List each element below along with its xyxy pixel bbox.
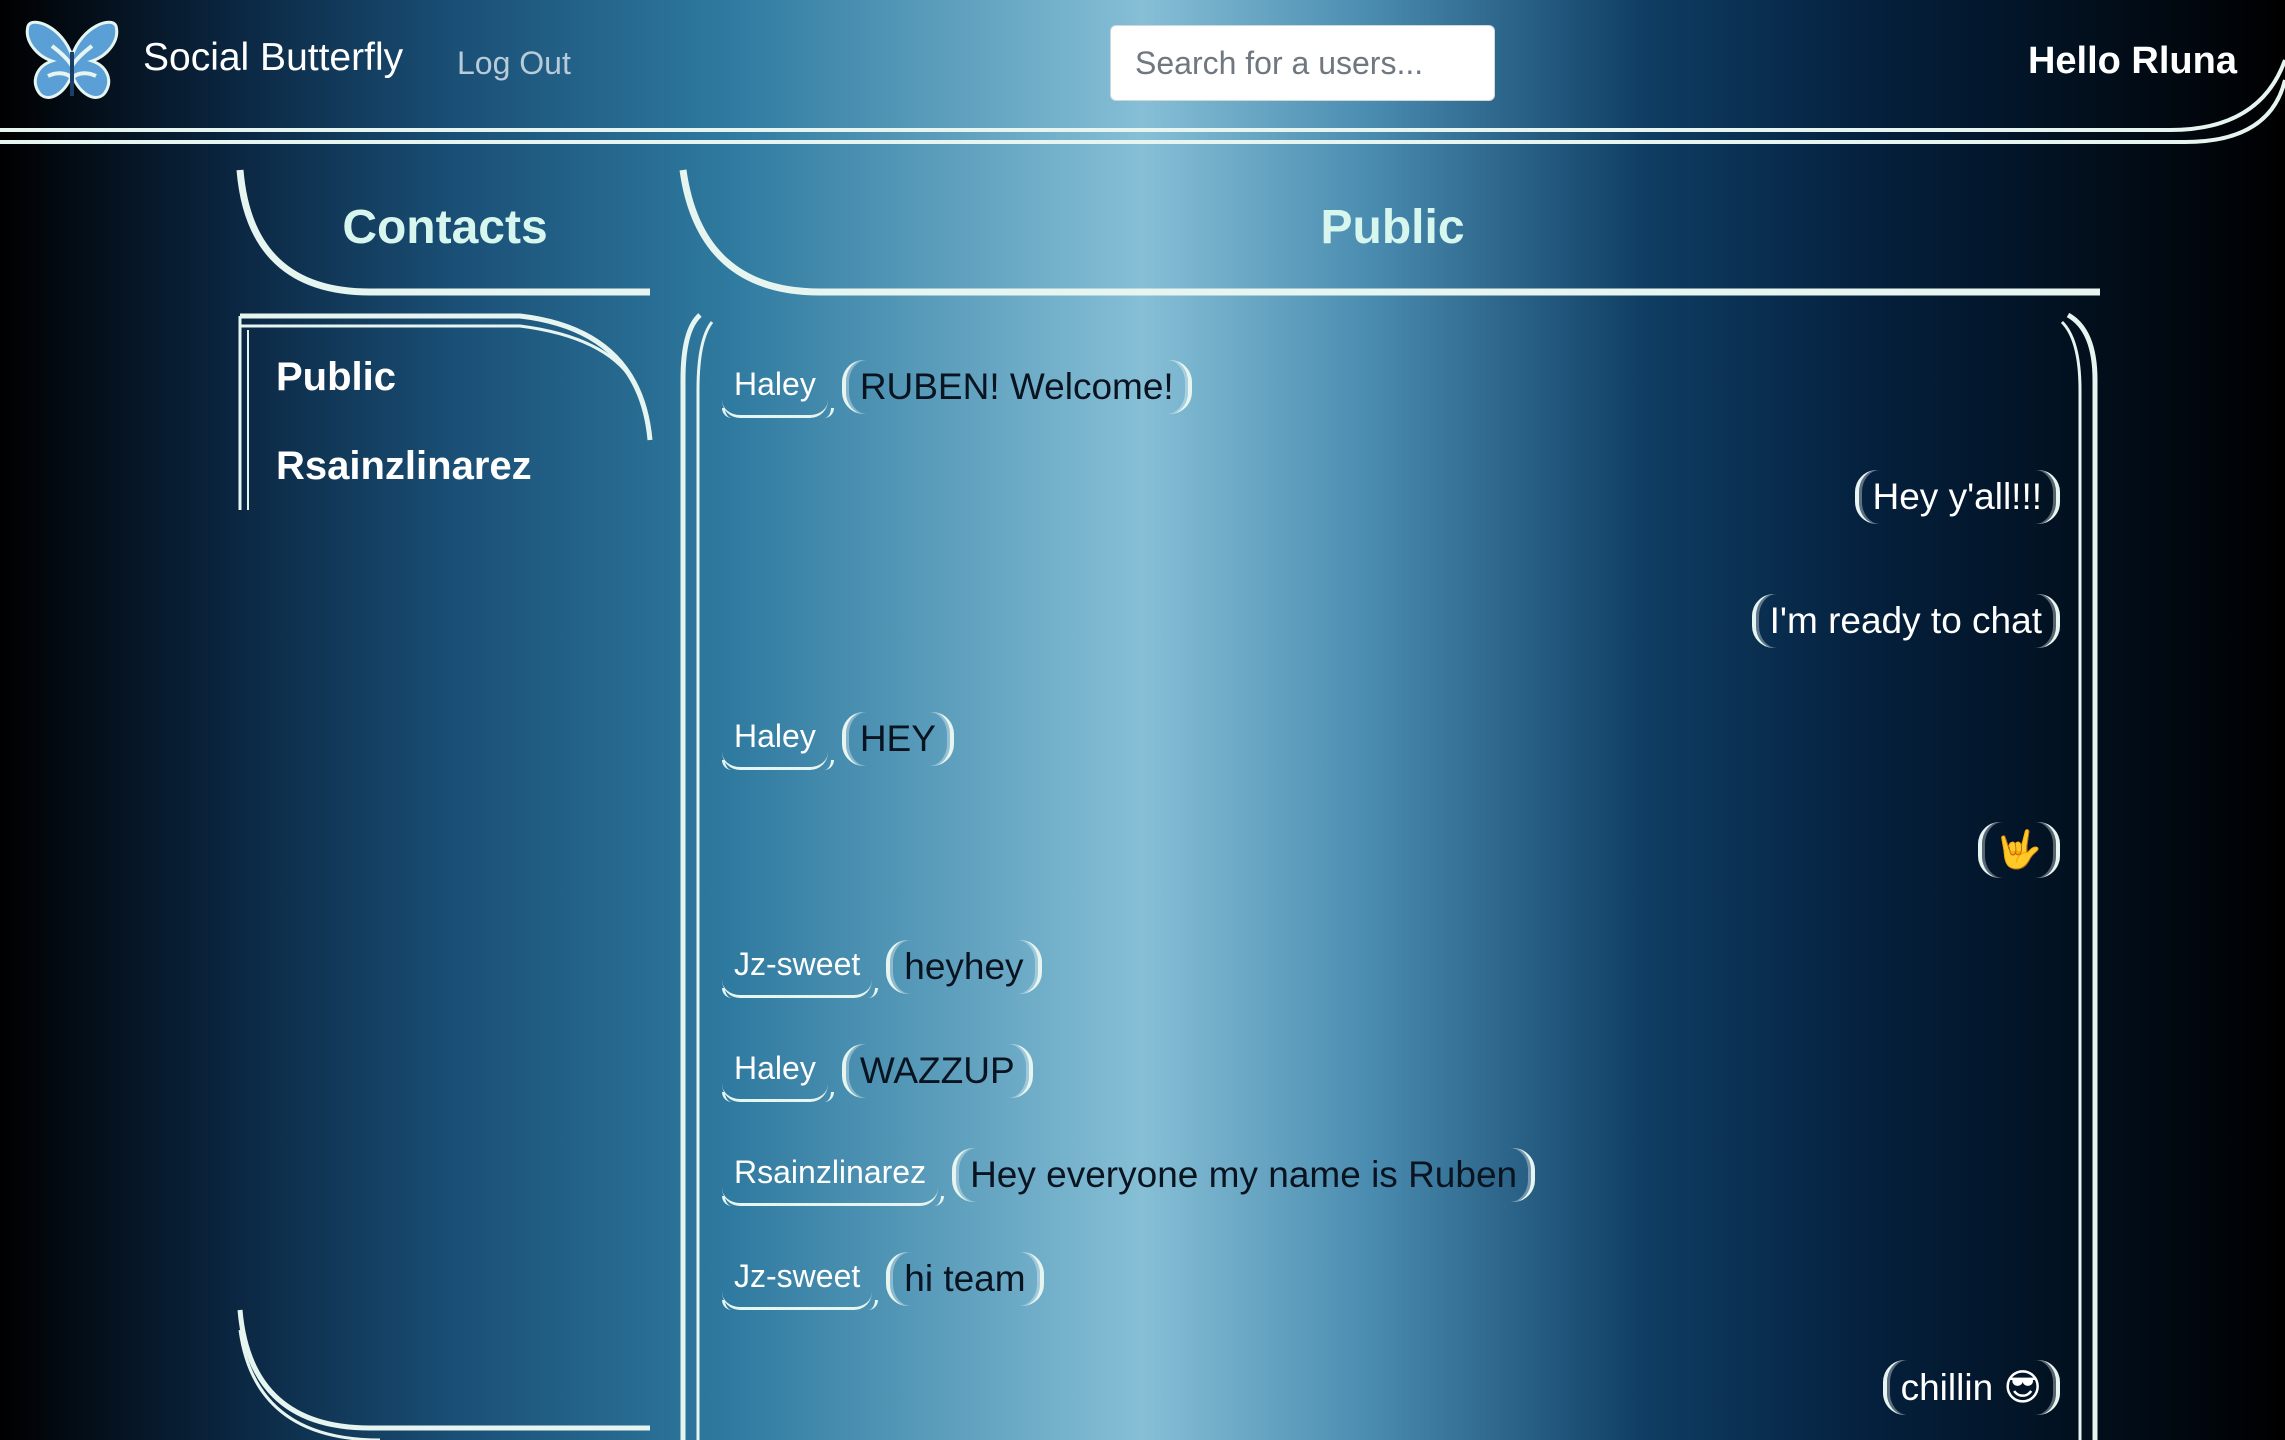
message-sender[interactable]: Haley <box>722 708 834 770</box>
message-bubble: WAZZUP <box>841 1044 1033 1098</box>
contact-item-rsainzlinarez[interactable]: Rsainzlinarez <box>276 444 532 489</box>
message-bubble: chillin 😎 <box>1882 1360 2060 1415</box>
chat-message: Rsainzlinarez Hey everyone my name is Ru… <box>722 1144 1536 1206</box>
message-bubble: hi team <box>886 1252 1044 1306</box>
chat-message: Jz-sweet hi team <box>722 1248 1044 1310</box>
chat-room-heading: Public <box>1320 201 1465 254</box>
butterfly-logo-icon[interactable] <box>22 16 122 110</box>
message-sender[interactable]: Jz-sweet <box>722 1248 879 1310</box>
app-brand-title[interactable]: Social Butterfly <box>143 36 403 80</box>
chat-message: Haley RUBEN! Welcome! <box>722 356 1192 418</box>
message-bubble: RUBEN! Welcome! <box>841 360 1192 414</box>
contacts-heading: Contacts <box>342 201 548 254</box>
message-sender[interactable]: Jz-sweet <box>722 936 879 998</box>
chat-message: Hey y'all!!! <box>1854 470 2060 524</box>
love-you-gesture-emoji-icon: 🤟 <box>1977 822 2060 878</box>
chat-message: chillin 😎 <box>1882 1360 2060 1415</box>
message-sender[interactable]: Haley <box>722 356 834 418</box>
chat-message-list[interactable]: Haley RUBEN! Welcome! Hey y'all!!! I'm r… <box>700 330 2060 1440</box>
logout-link[interactable]: Log Out <box>457 45 571 82</box>
contact-item-public[interactable]: Public <box>276 355 396 400</box>
top-navbar: Social Butterfly Log Out Hello Rluna <box>0 0 2285 150</box>
message-bubble: HEY <box>841 712 954 766</box>
message-bubble: Hey y'all!!! <box>1854 470 2060 524</box>
message-sender[interactable]: Rsainzlinarez <box>722 1144 945 1206</box>
chat-message: Haley HEY <box>722 708 954 770</box>
chat-message: Jz-sweet heyhey <box>722 936 1042 998</box>
message-sender[interactable]: Haley <box>722 1040 834 1102</box>
message-bubble: heyhey <box>886 940 1042 994</box>
user-greeting: Hello Rluna <box>2027 40 2237 82</box>
user-search-input[interactable] <box>1110 25 1495 101</box>
chat-message: I'm ready to chat <box>1751 594 2060 648</box>
chat-message: Haley WAZZUP <box>722 1040 1033 1102</box>
message-bubble: Hey everyone my name is Ruben <box>952 1148 1536 1202</box>
message-bubble: I'm ready to chat <box>1751 594 2060 648</box>
chat-message: 🤟 <box>1977 822 2060 878</box>
